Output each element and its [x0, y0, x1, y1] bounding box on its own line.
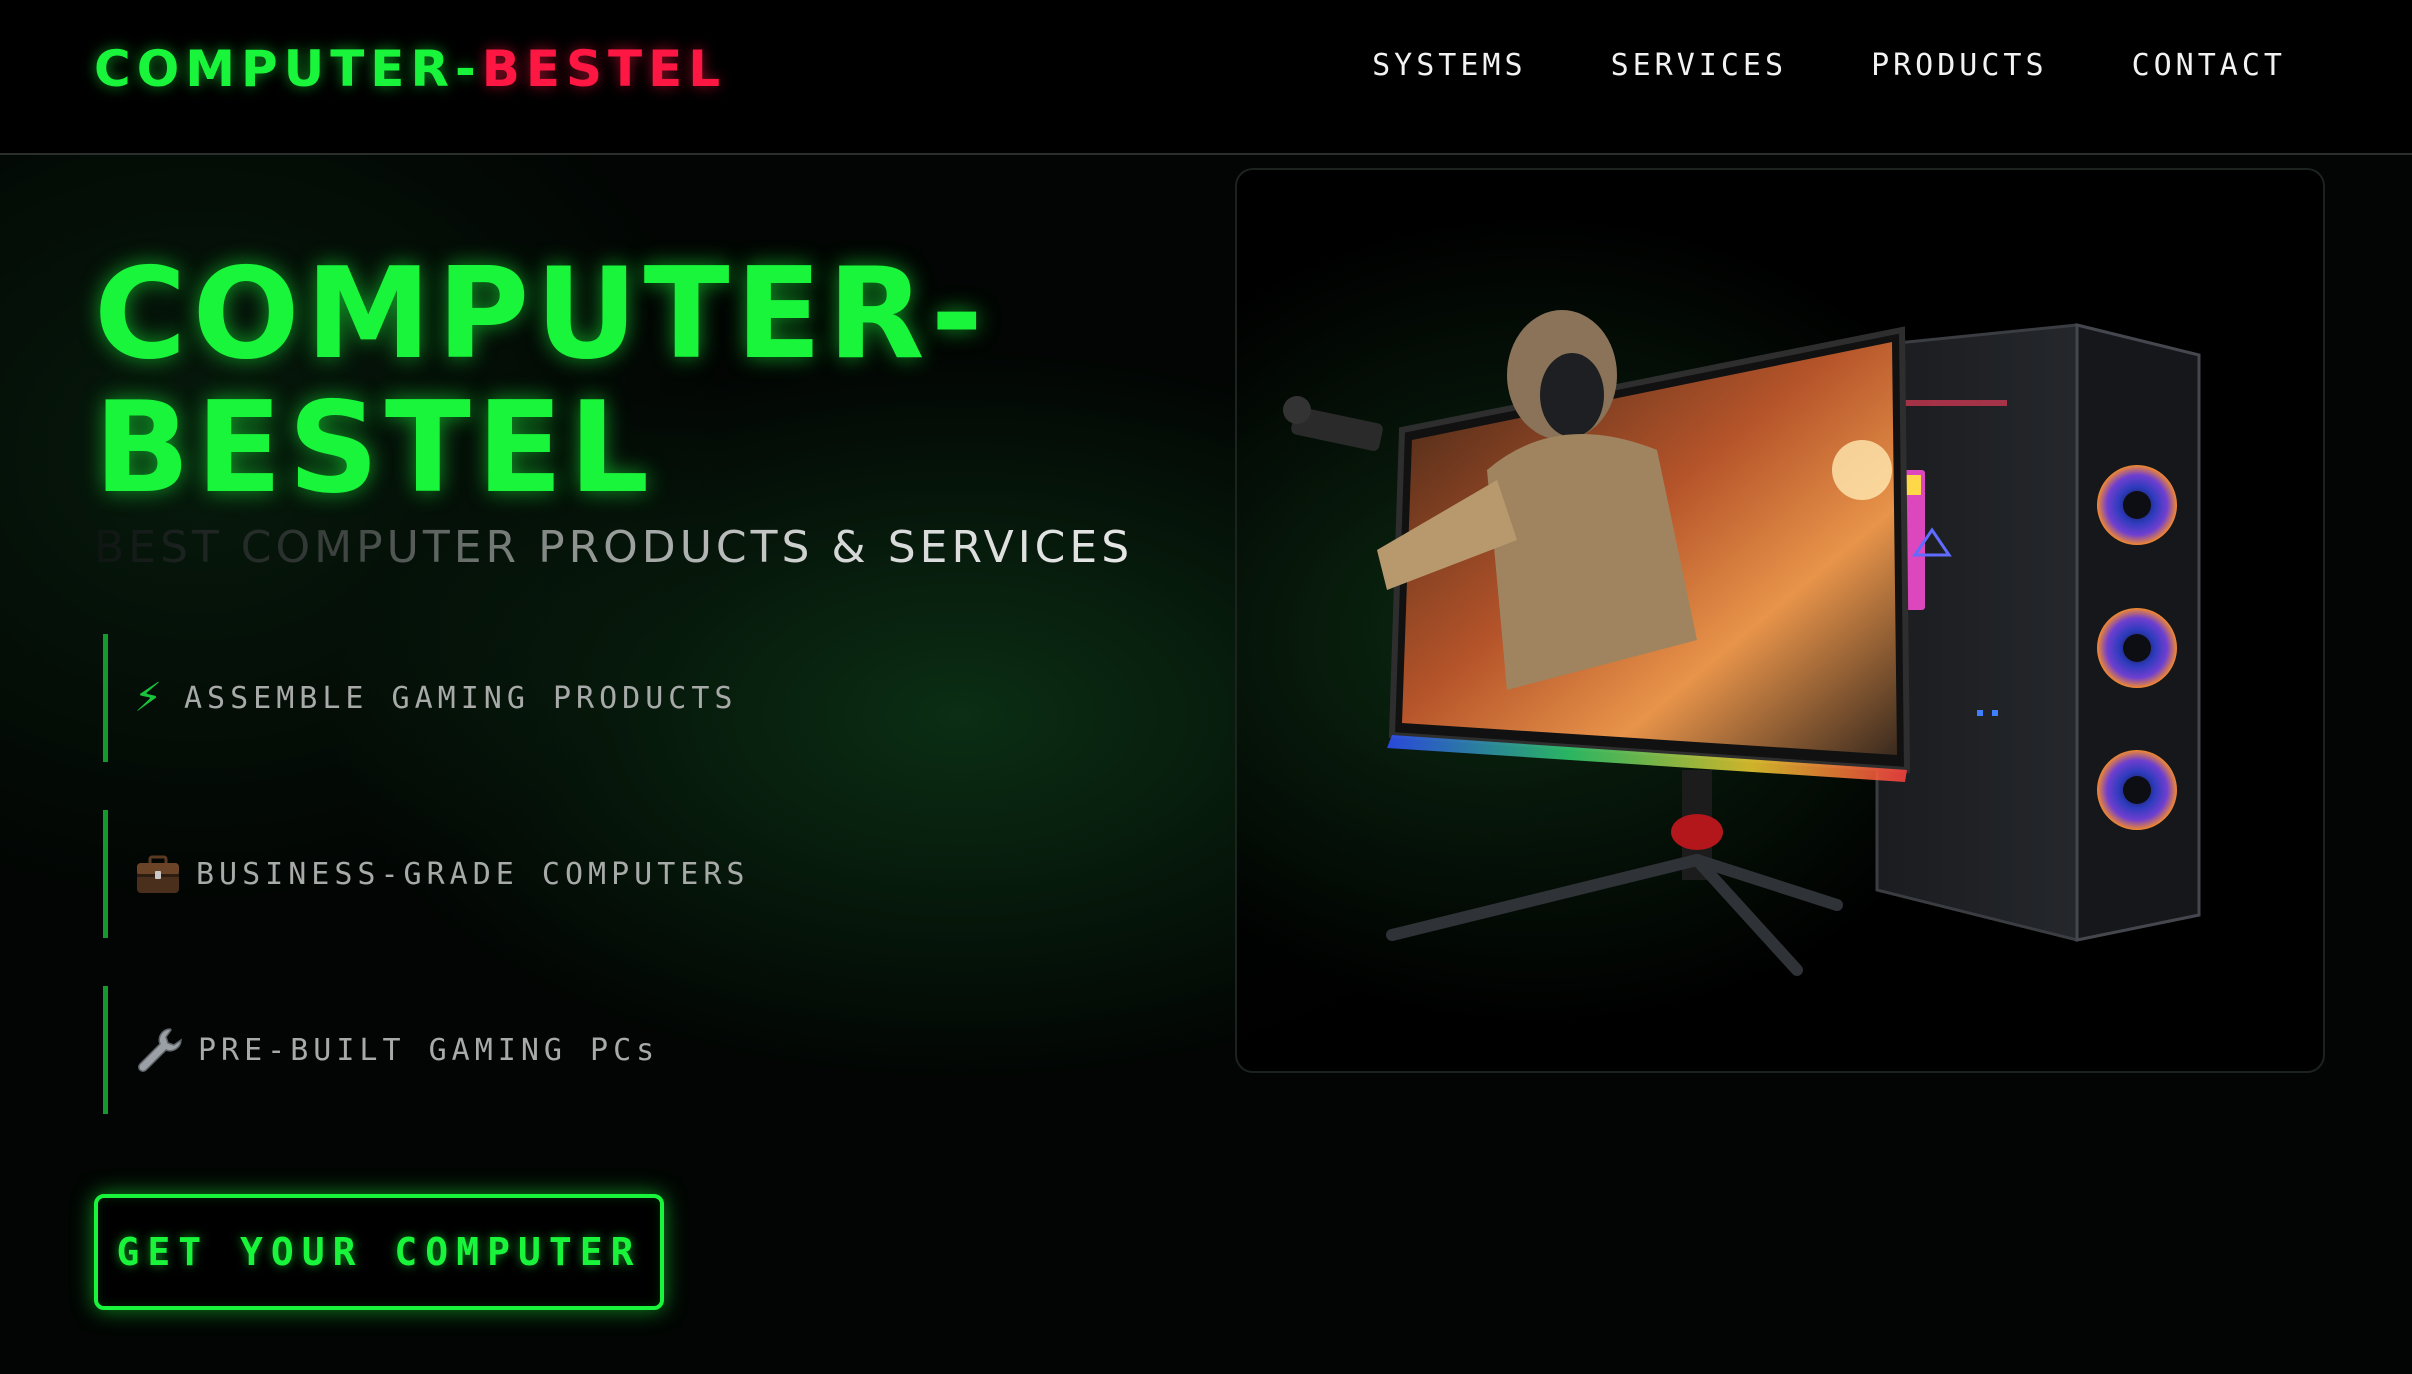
feature-label: PRE-BUILT GAMING PCs [198, 1032, 660, 1068]
wrench-icon [134, 1025, 184, 1075]
product-image-card [1235, 168, 2325, 1073]
nav-link-services[interactable]: SERVICES [1611, 44, 1788, 88]
hero-title-line2: BESTEL [94, 374, 656, 521]
nav-link-contact[interactable]: CONTACT [2132, 44, 2286, 88]
site-logo[interactable]: COMPUTER-BESTEL [94, 38, 726, 100]
lightning-bolt-icon: ⚡ [134, 675, 163, 721]
feature-item-business: BUSINESS-GRADE COMPUTERS [103, 810, 1003, 938]
nav-link-systems[interactable]: SYSTEMS [1372, 44, 1526, 88]
feature-item-prebuilt: PRE-BUILT GAMING PCs [103, 986, 1003, 1114]
main-nav: SYSTEMS SERVICES PRODUCTS CONTACT [1372, 44, 2286, 88]
gaming-pc-illustration [1283, 310, 2201, 976]
briefcase-icon [134, 850, 182, 898]
nav-link-products[interactable]: PRODUCTS [1871, 44, 2048, 88]
logo-text-primary: COMPUTER- [94, 40, 482, 98]
feature-item-assemble: ⚡ ASSEMBLE GAMING PRODUCTS [103, 634, 1003, 762]
feature-list: ⚡ ASSEMBLE GAMING PRODUCTS BUSINESS-GRAD… [103, 634, 1003, 1162]
feature-label: ASSEMBLE GAMING PRODUCTS [184, 680, 738, 716]
pc-case [1875, 323, 2201, 942]
site-header: COMPUTER-BESTEL SYSTEMS SERVICES PRODUCT… [0, 0, 2412, 155]
hero-title-line1: COMPUTER- [94, 240, 989, 387]
hero-title: COMPUTER- BESTEL [94, 247, 1094, 515]
get-your-computer-button[interactable]: GET YOUR COMPUTER [94, 1194, 664, 1310]
feature-label: BUSINESS-GRADE COMPUTERS [196, 856, 750, 892]
hero-subtitle: BEST COMPUTER PRODUCTS & SERVICES [94, 520, 1133, 576]
logo-text-accent: BESTEL [481, 40, 727, 98]
